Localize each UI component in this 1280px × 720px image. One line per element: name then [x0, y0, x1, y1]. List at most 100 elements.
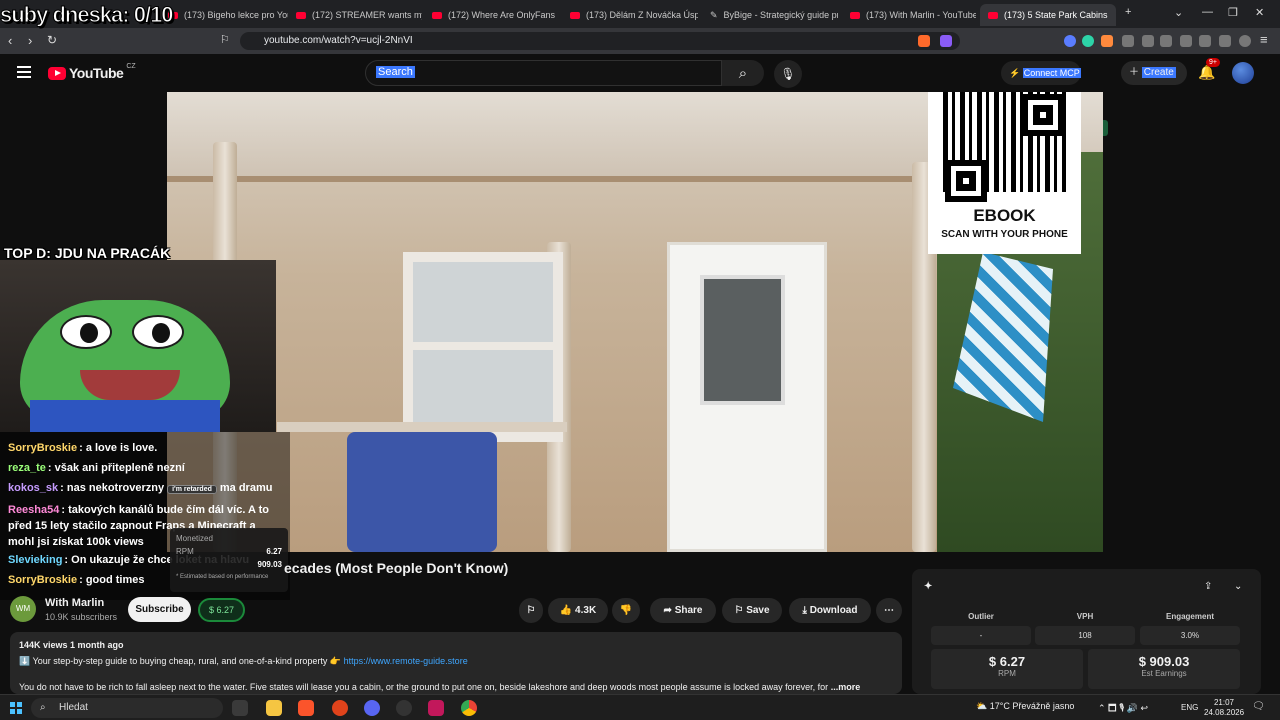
brave-rewards-icon[interactable] — [940, 35, 952, 47]
save-to-playlist-icon[interactable]: ⚐ — [519, 598, 543, 623]
extension-icon[interactable] — [1082, 35, 1094, 47]
tab-list-icon[interactable]: ⌄ — [1174, 6, 1183, 19]
youtube-play-icon — [48, 66, 66, 80]
app-icon[interactable] — [332, 700, 348, 716]
qr-code-icon — [943, 92, 1066, 202]
video-frame-railing — [277, 422, 567, 552]
back-icon[interactable]: ‹ — [8, 33, 12, 48]
browser-tab[interactable]: ✎ ByBige - Strategický guide pro — [702, 4, 838, 26]
browser-tab[interactable]: (173) Bigeho lekce pro YouTub — [160, 4, 288, 26]
youtube-favicon-icon — [988, 11, 998, 19]
system-tray-icons[interactable]: ⌃ 🗖 🎙 🔊 ↩ — [1098, 701, 1148, 717]
earnings-card: $ 909.03 Est Earnings — [1088, 649, 1240, 689]
new-tab-icon[interactable]: + — [1125, 6, 1131, 18]
youtube-favicon-icon — [850, 11, 860, 19]
windows-start-icon[interactable] — [10, 702, 22, 714]
youtube-logo[interactable]: YouTube CZ — [48, 63, 136, 81]
download-button[interactable]: ⤓ Download — [789, 598, 871, 623]
media-icon[interactable] — [1160, 35, 1172, 47]
minimize-icon[interactable]: — — [1202, 6, 1213, 18]
hamburger-menu-icon[interactable] — [17, 66, 31, 78]
connect-mcp-button[interactable]: ⚡ Connect MCP — [1001, 61, 1081, 85]
discord-icon[interactable] — [364, 700, 380, 716]
weather-widget[interactable]: ⛅ 17°C Převážně jasno — [976, 701, 1074, 712]
top-donation-overlay: TOP D: JDU NA PRACÁK — [4, 245, 171, 261]
subscriber-count: 10.9K subscribers — [45, 612, 118, 622]
extension-icon[interactable] — [1101, 35, 1113, 47]
like-button[interactable]: 👍 4.3K — [548, 598, 608, 623]
chrome-icon[interactable] — [461, 700, 477, 716]
youtube-favicon-icon — [432, 11, 442, 19]
browser-address-bar: ‹ › ↻ ⚐ youtube.com/watch?v=ucjl-2NnVI ≡ — [0, 28, 1280, 54]
user-avatar[interactable] — [1232, 62, 1254, 84]
browser-tab[interactable]: (173) Dělám Z Nováčka Úspě — [562, 4, 698, 26]
chat-message: reza_te: však ani přitepleně nezní — [8, 462, 185, 474]
monetized-popup: Monetized RPM 6.27 909.03 * Estimated bas… — [170, 528, 288, 592]
bookmark-icon[interactable]: ⚐ — [220, 33, 230, 46]
share-button[interactable]: ➦ Share — [650, 598, 716, 623]
url-input[interactable]: youtube.com/watch?v=ucjl-2NnVI — [240, 32, 960, 50]
engagement-value: 3.0% — [1140, 626, 1240, 645]
rpm-card: $ 6.27 RPM — [931, 649, 1083, 689]
vpn-icon[interactable] — [1239, 35, 1251, 47]
save-button[interactable]: ⚐ Save — [722, 598, 782, 623]
streamer-webcam — [0, 260, 276, 432]
earnings-badge[interactable]: $ 6.27 — [198, 598, 245, 622]
search-icon: ⌕ — [738, 64, 748, 82]
windows-taskbar: ⌕ Hledat ⛅ 17°C Převážně jasno ⌃ 🗖 🎙 🔊 ↩ … — [0, 694, 1280, 720]
task-view-icon[interactable] — [232, 700, 248, 716]
search-input[interactable]: Search — [365, 60, 722, 86]
close-window-icon[interactable]: ✕ — [1255, 6, 1264, 19]
export-icon[interactable]: ⇪ — [1204, 581, 1212, 592]
video-title: ecades (Most People Don't Know) — [284, 560, 509, 576]
youtube-favicon-icon — [570, 11, 580, 19]
more-actions-icon[interactable]: ⋯ — [876, 598, 902, 623]
sidebar-icon[interactable] — [1180, 35, 1192, 47]
taskbar-clock[interactable]: 21:07 24.08.2026 — [1204, 698, 1244, 718]
dislike-button[interactable]: 👎 — [612, 598, 640, 623]
app-icon[interactable] — [428, 700, 444, 716]
extensions-puzzle-icon[interactable] — [1122, 35, 1134, 47]
channel-avatar[interactable]: WM — [10, 596, 36, 622]
chat-message: kokos_sk: nas nekotroverzny i'm retarded m… — [8, 482, 273, 494]
maximize-icon[interactable]: ❐ — [1228, 6, 1238, 19]
search-button[interactable]: ⌕ — [722, 60, 764, 86]
create-button[interactable]: ＋ Create — [1121, 61, 1187, 85]
chat-emote-badge: i'm retarded — [167, 485, 217, 494]
chat-message: SorryBroskie: a love is love. — [8, 442, 158, 454]
brave-shield-icon[interactable] — [918, 35, 930, 47]
analytics-logo-icon: ✦ — [924, 581, 933, 592]
pepe-avatar-icon — [20, 300, 230, 432]
forward-icon[interactable]: › — [28, 33, 32, 48]
leo-ai-icon[interactable] — [1219, 35, 1231, 47]
reload-icon[interactable]: ↻ — [47, 33, 57, 47]
file-explorer-icon[interactable] — [266, 700, 282, 716]
extension-icon[interactable] — [1064, 35, 1076, 47]
downloads-icon[interactable] — [1142, 35, 1154, 47]
show-more-link[interactable]: ...more — [831, 682, 861, 692]
ebook-qr-overlay: EBOOK SCAN WITH YOUR PHONE — [928, 92, 1081, 254]
voice-search-icon[interactable]: 🎙 — [774, 60, 802, 88]
browser-menu-icon[interactable]: ≡ — [1260, 32, 1268, 47]
notification-center-icon[interactable]: 🗨 — [1252, 701, 1265, 712]
notification-badge: 9+ — [1206, 58, 1220, 67]
browser-tab[interactable]: (172) STREAMER wants my fri — [288, 4, 422, 26]
video-description[interactable]: 144K views 1 month ago ⬇️ Your step-by-s… — [10, 632, 902, 694]
taskbar-search-input[interactable]: ⌕ Hledat — [31, 698, 223, 718]
subscribe-button[interactable]: Subscribe — [128, 597, 191, 622]
bybige-favicon-icon: ✎ — [710, 9, 718, 20]
obs-icon[interactable] — [396, 700, 412, 716]
video-frame-window — [403, 252, 563, 442]
chevron-down-icon[interactable]: ⌄ — [1234, 581, 1242, 592]
description-link[interactable]: https://www.remote-guide.store — [344, 656, 468, 666]
browser-tab-active[interactable]: (173) 5 State Park Cabins✕ — [980, 4, 1116, 26]
outlier-value: - — [931, 626, 1031, 645]
browser-tab[interactable]: (173) With Marlin - YouTube — [842, 4, 976, 26]
browser-tab[interactable]: (172) Where Are OnlyFans Mi — [424, 4, 558, 26]
language-indicator[interactable]: ENG — [1181, 703, 1198, 712]
weather-icon: ⛅ — [976, 701, 988, 711]
wallet-icon[interactable] — [1199, 35, 1211, 47]
channel-name[interactable]: With Marlin — [45, 597, 104, 609]
brave-browser-icon[interactable] — [298, 700, 314, 716]
arrow-down-emoji-icon: ⬇️ — [19, 656, 31, 666]
